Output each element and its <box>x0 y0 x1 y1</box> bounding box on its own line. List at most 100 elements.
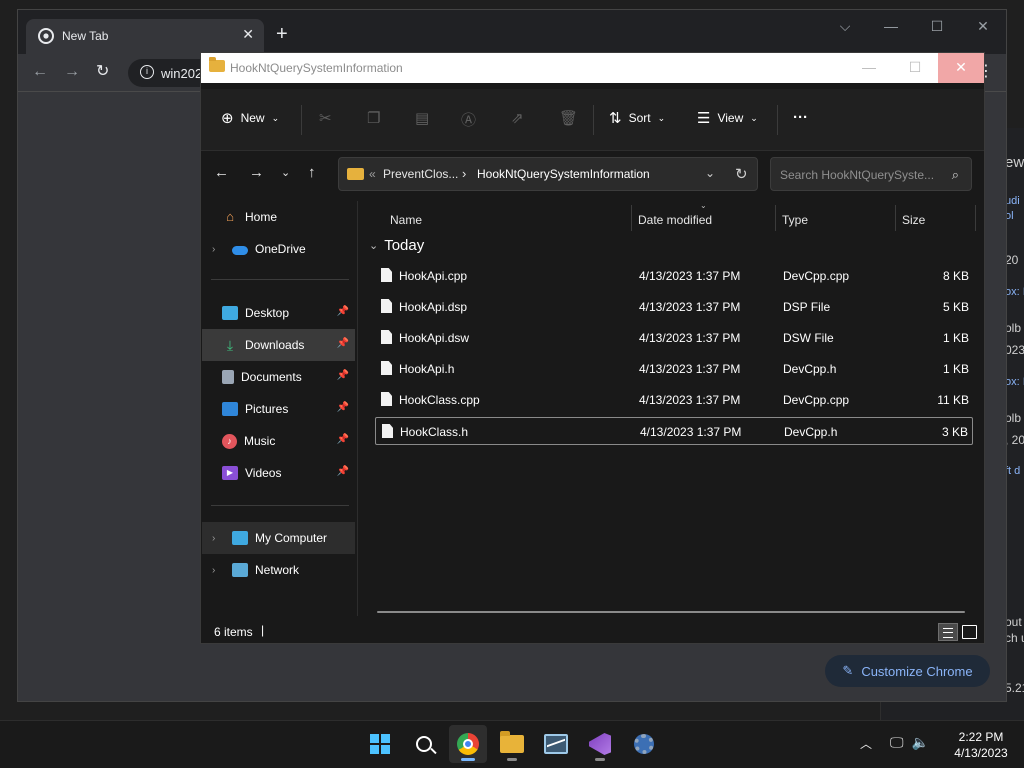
breadcrumb-parent[interactable]: PreventClos... <box>383 167 458 181</box>
search-box[interactable]: Search HookNtQuerySyste... ⌕ <box>770 157 972 191</box>
forward-icon[interactable]: → <box>64 63 80 81</box>
back-icon[interactable]: ← <box>214 165 229 181</box>
taskbar-visual-studio[interactable] <box>581 725 619 763</box>
copy-button[interactable]: ❐ <box>367 109 380 127</box>
column-header-date[interactable]: Date modified <box>638 213 712 227</box>
settings-icon <box>634 734 654 754</box>
pin-icon[interactable]: 📌 <box>337 402 349 413</box>
clock[interactable]: 2:22 PM 4/13/2023 <box>944 729 1018 761</box>
minimize-icon[interactable]: — <box>868 10 914 42</box>
item-count: 6 items <box>214 625 253 639</box>
paste-button[interactable]: ▤ <box>415 109 429 127</box>
start-button[interactable] <box>361 725 399 763</box>
back-icon[interactable]: ← <box>32 63 48 81</box>
chevron-down-icon[interactable]: ⌄ <box>705 166 715 180</box>
address-bar[interactable]: « PreventClos... › HookNtQuerySystemInfo… <box>338 157 758 191</box>
horizontal-scrollbar[interactable] <box>377 611 965 613</box>
explorer-title-bar: HookNtQuerySystemInformation — ☐ ✕ <box>201 53 984 83</box>
delete-button[interactable]: 🗑 <box>559 109 578 127</box>
file-row-focused[interactable]: HookClass.h 4/13/2023 1:37 PM DevCpp.h 3… <box>375 417 973 445</box>
sidebar-item-label: Desktop <box>245 306 290 320</box>
sidebar-item-pictures[interactable]: Pictures 📌 <box>202 393 355 425</box>
close-tab-icon[interactable]: ✕ <box>242 26 254 43</box>
sidebar-item-network[interactable]: › Network <box>202 554 355 586</box>
sidebar-item-videos[interactable]: ▶ Videos 📌 <box>202 457 355 489</box>
file-row[interactable]: HookApi.cpp 4/13/2023 1:37 PM DevCpp.cpp… <box>375 262 973 290</box>
sidebar-item-downloads[interactable]: ⤓ Downloads 📌 <box>202 329 355 361</box>
group-header-today[interactable]: ⌄ Today <box>369 237 424 254</box>
close-icon[interactable]: ✕ <box>938 53 984 83</box>
background-text: olb <box>1005 411 1022 425</box>
file-name: HookClass.h <box>400 425 469 439</box>
column-header-name[interactable]: Name <box>390 213 422 227</box>
network-status-icon[interactable]: 🖵 <box>890 734 904 751</box>
breadcrumb-chevron-icon[interactable]: › <box>462 166 466 181</box>
sidebar-item-onedrive[interactable]: › OneDrive <box>202 233 355 265</box>
show-hidden-icons-icon[interactable]: ︿ <box>860 735 872 752</box>
refresh-icon[interactable]: ↻ <box>735 165 748 183</box>
view-button[interactable]: ☰ View ⌄ <box>697 109 758 127</box>
taskbar-performance-monitor[interactable] <box>537 725 575 763</box>
sidebar-item-label: OneDrive <box>255 242 306 256</box>
documents-icon <box>222 370 234 384</box>
downloads-icon: ⤓ <box>226 337 234 353</box>
taskbar-settings[interactable] <box>625 725 663 763</box>
share-button[interactable]: ⇗ <box>511 109 524 127</box>
rename-button[interactable]: Ⓐ <box>461 109 476 130</box>
file-row[interactable]: HookClass.cpp 4/13/2023 1:37 PM DevCpp.c… <box>375 386 973 414</box>
taskbar-file-explorer[interactable] <box>493 725 531 763</box>
system-tray[interactable]: 🖵 🔈 <box>890 734 929 751</box>
reload-icon[interactable]: ↻ <box>96 63 109 81</box>
file-name: HookApi.cpp <box>399 269 468 283</box>
forward-icon[interactable]: → <box>249 165 264 181</box>
volume-icon[interactable]: 🔈 <box>912 734 929 751</box>
tab-search-icon[interactable]: ⌵ <box>822 10 868 42</box>
sort-button[interactable]: ⇅ Sort ⌄ <box>609 109 665 127</box>
sidebar-item-desktop[interactable]: Desktop 📌 <box>202 297 355 329</box>
chevron-right-icon[interactable]: › <box>212 244 224 255</box>
address-overflow[interactable]: « <box>369 167 376 181</box>
file-date: 4/13/2023 1:37 PM <box>639 393 741 407</box>
background-text: , 20 <box>1005 433 1024 447</box>
recent-locations-icon[interactable]: ⌄ <box>281 165 290 181</box>
cut-button[interactable]: ✂ <box>319 109 332 127</box>
sidebar-item-music[interactable]: ♪ Music 📌 <box>202 425 355 457</box>
close-icon[interactable]: ✕ <box>960 10 1006 42</box>
maximize-icon[interactable]: ☐ <box>914 10 960 42</box>
pin-icon[interactable]: 📌 <box>337 306 349 317</box>
file-row[interactable]: HookApi.dsw 4/13/2023 1:37 PM DSW File 1… <box>375 324 973 352</box>
column-header-size[interactable]: Size <box>902 213 925 227</box>
breadcrumb-current[interactable]: HookNtQuerySystemInformation <box>477 167 650 181</box>
pin-icon[interactable]: 📌 <box>337 338 349 349</box>
maximize-icon[interactable]: ☐ <box>892 53 938 83</box>
sidebar-item-documents[interactable]: Documents 📌 <box>202 361 355 393</box>
customize-chrome-button[interactable]: ✎ Customize Chrome <box>825 655 990 687</box>
up-icon[interactable]: ↑ <box>308 165 316 181</box>
chrome-tab[interactable]: New Tab ✕ <box>26 19 264 54</box>
minimize-icon[interactable]: — <box>846 53 892 83</box>
pin-icon[interactable]: 📌 <box>337 370 349 381</box>
taskbar-search-button[interactable] <box>405 725 443 763</box>
column-header-type[interactable]: Type <box>782 213 808 227</box>
tiles-view-icon[interactable] <box>960 623 978 641</box>
sidebar-item-home[interactable]: ⌂ Home <box>202 201 355 233</box>
details-view-icon[interactable] <box>938 623 958 641</box>
pin-icon[interactable]: 📌 <box>337 434 349 445</box>
taskbar: ︿ 🖵 🔈 2:22 PM 4/13/2023 <box>0 720 1024 768</box>
sidebar-item-label: Videos <box>245 466 282 480</box>
sidebar-item-my-computer[interactable]: › My Computer <box>202 522 355 554</box>
site-info-icon[interactable]: i <box>140 65 154 79</box>
file-row[interactable]: HookApi.dsp 4/13/2023 1:37 PM DSP File 5… <box>375 293 973 321</box>
sidebar-item-label: Home <box>245 210 278 224</box>
divider <box>775 205 776 231</box>
new-button[interactable]: ⊕ New ⌄ <box>221 109 279 127</box>
chevron-right-icon[interactable]: › <box>212 565 224 576</box>
taskbar-chrome[interactable] <box>449 725 487 763</box>
see-more-button[interactable]: ··· <box>793 109 808 126</box>
new-tab-icon[interactable]: + <box>276 24 288 44</box>
chevron-right-icon[interactable]: › <box>212 533 224 544</box>
pencil-icon: ✎ <box>842 663 854 678</box>
file-icon <box>381 299 392 313</box>
pin-icon[interactable]: 📌 <box>337 466 349 477</box>
file-row[interactable]: HookApi.h 4/13/2023 1:37 PM DevCpp.h 1 K… <box>375 355 973 383</box>
